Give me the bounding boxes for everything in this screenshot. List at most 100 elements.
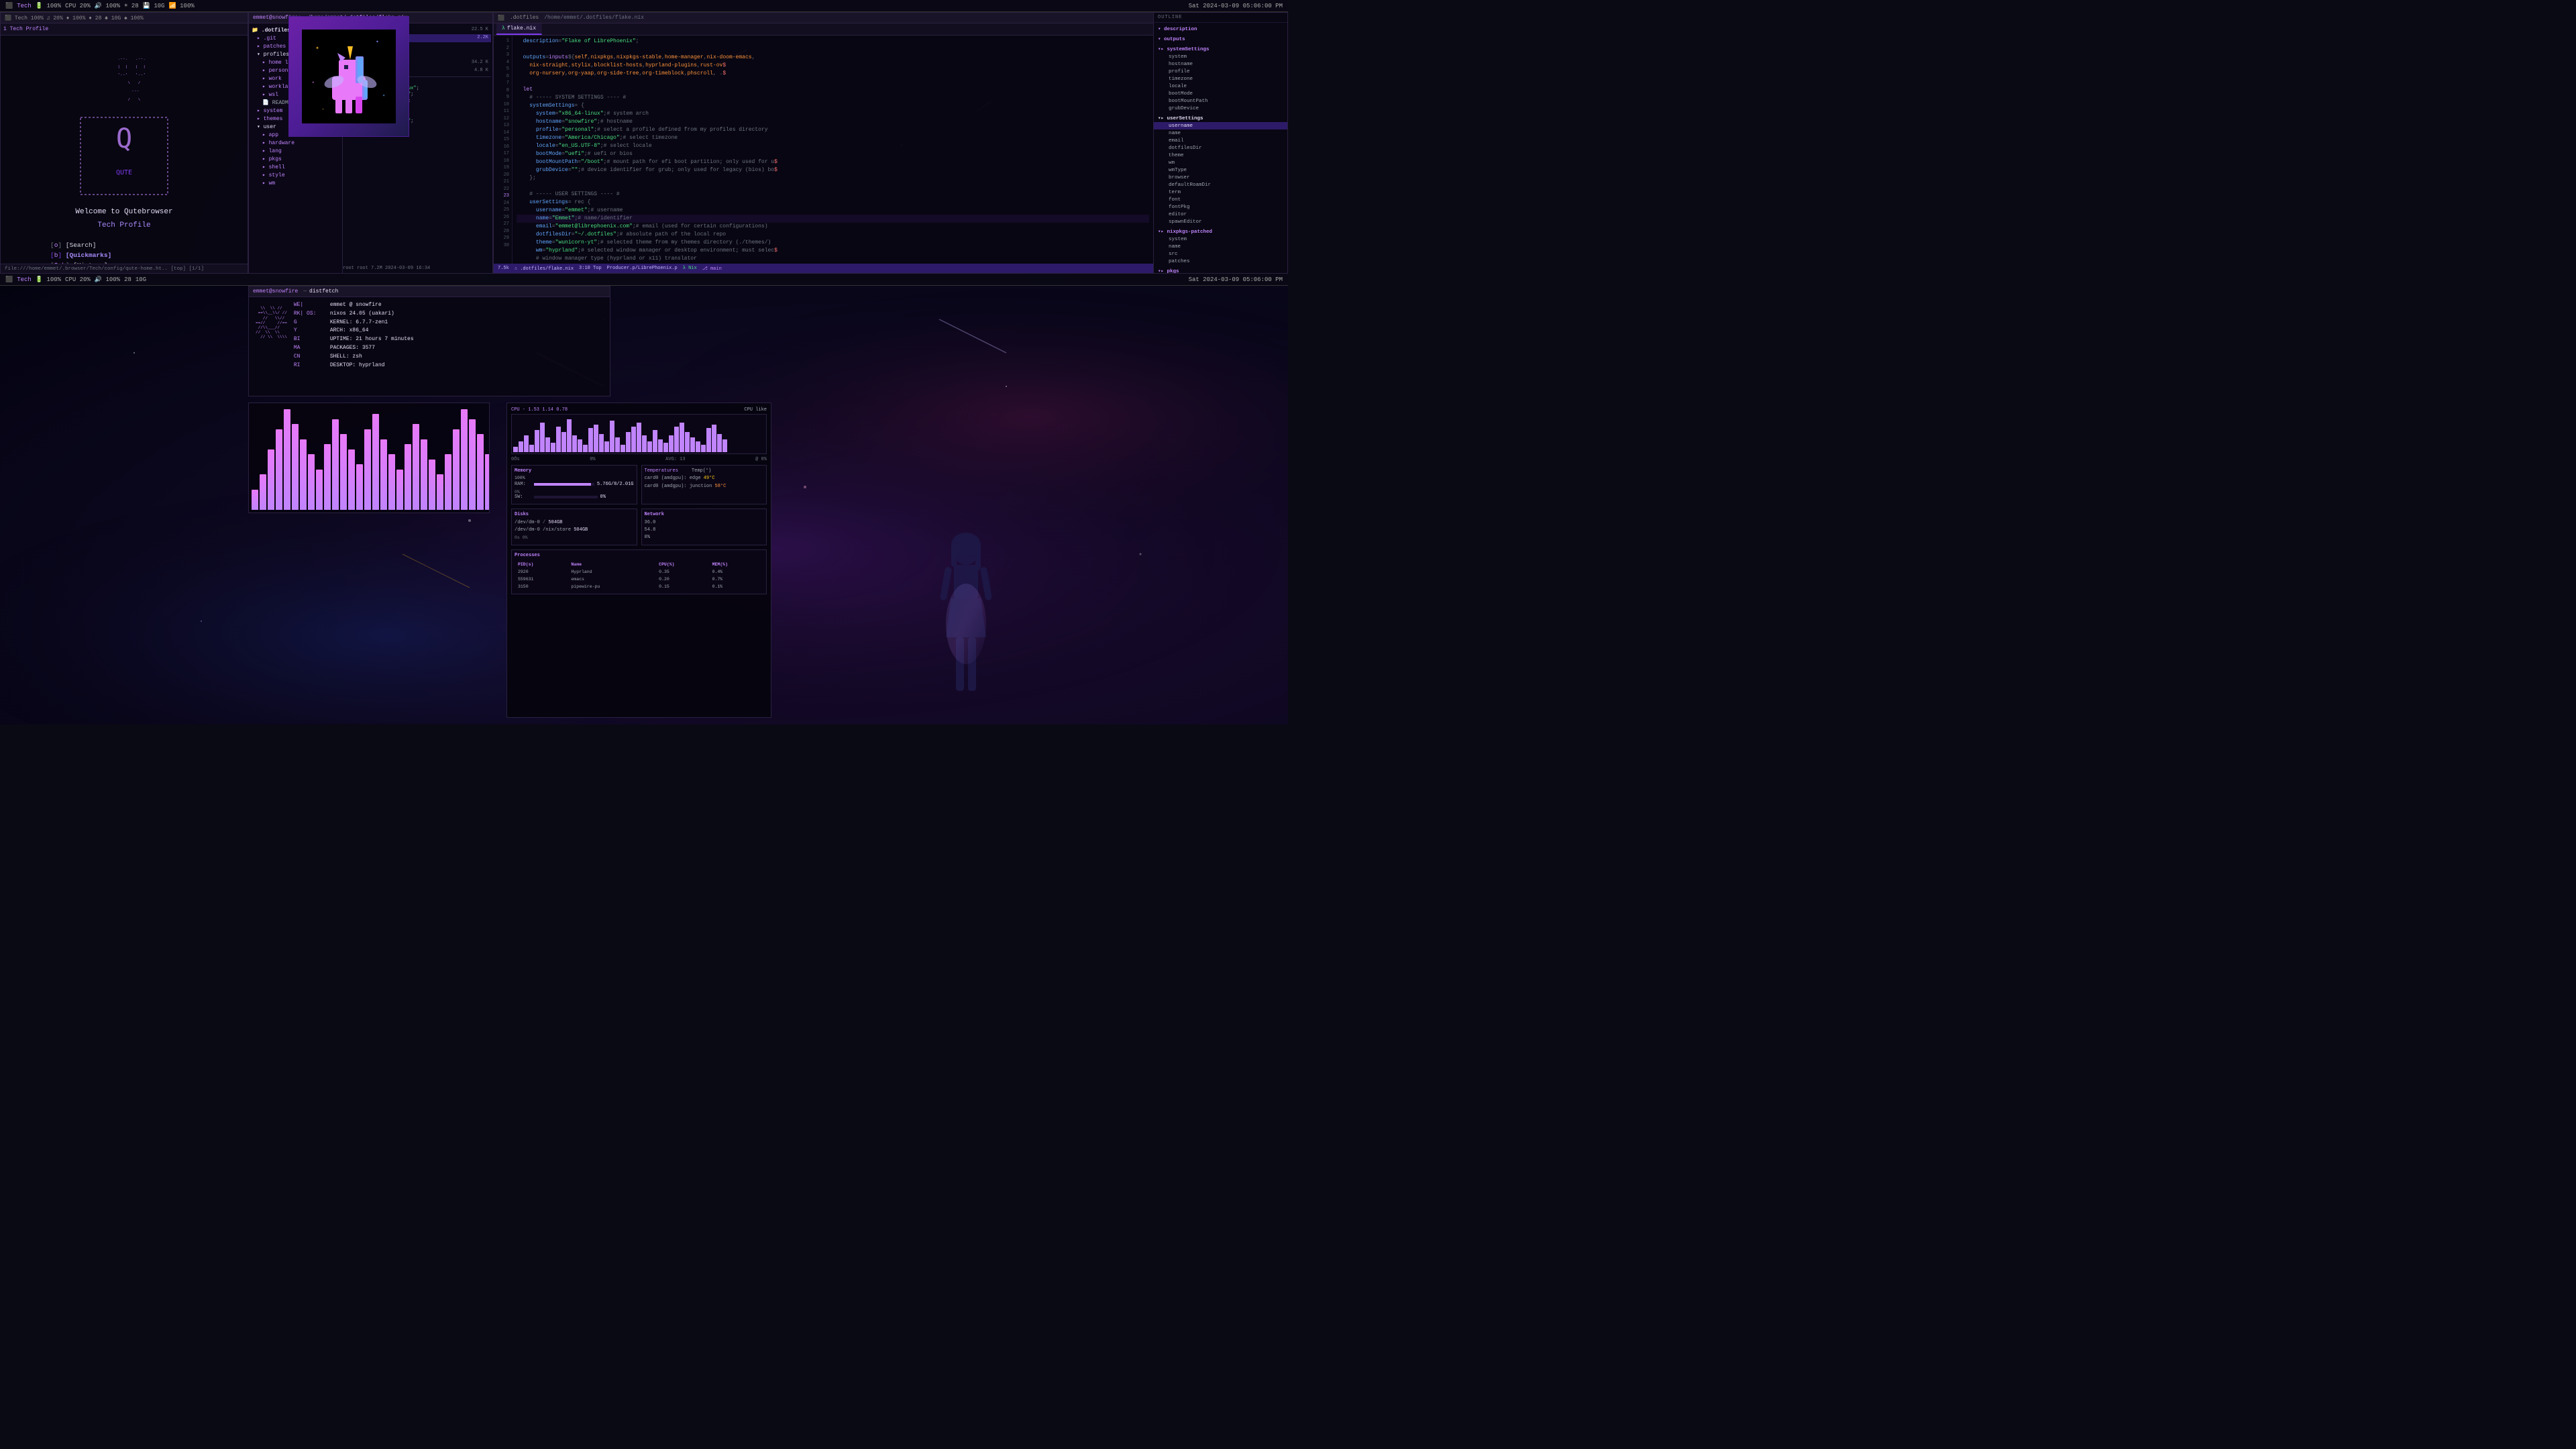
code-line-8: # ----- SYSTEM SETTINGS ---- # [517, 94, 1149, 102]
memory-panel: Memory 100% RAM: 5.76G/8/2.01G 0% SW: 0% [511, 465, 637, 504]
cpu-bar [604, 441, 609, 453]
es-spawmeditor[interactable]: spawnEditor [1154, 218, 1287, 225]
neo-row-kernel: G KERNEL: 6.7.7-zen1 [294, 319, 603, 327]
bottom-sb-monitor: ⬛ [5, 276, 13, 283]
es-bootmountpath[interactable]: bootMountPath [1154, 97, 1287, 105]
tab-flake-nix[interactable]: λ flake.nix [496, 23, 542, 35]
es-pkgs[interactable]: ▾▸ pkgs [1154, 266, 1287, 273]
ft-dir-shell[interactable]: ▸ shell [249, 163, 342, 171]
es-wm[interactable]: wm [1154, 159, 1287, 166]
svg-text:QUTE: QUTE [116, 169, 132, 176]
cpu-bar [642, 435, 647, 452]
qb-welcome-text: Welcome to Qutebrowser [75, 208, 172, 216]
qb-tabbar[interactable]: 1 Tech Profile [1, 23, 248, 36]
es-theme[interactable]: theme [1154, 152, 1287, 159]
es-np-patches[interactable]: patches [1154, 258, 1287, 265]
code-line-11: hostname = "snowfire"; # hostname [517, 118, 1149, 126]
qutebrowser-window: ⬛ Tech 100% ♫ 20% ♦ 100% ♦ 28 ♣ 10G ♠ 10… [0, 12, 248, 274]
es-font[interactable]: font [1154, 196, 1287, 203]
top-statusbar: ⬛ Tech 🔋 100% CPU 20% 🔊 100% ☀ 28 💾 10G … [0, 0, 1288, 12]
cpu-bar [722, 439, 727, 452]
es-timezone[interactable]: timezone [1154, 75, 1287, 83]
char-svg [926, 523, 1006, 724]
editor-tabs[interactable]: λ flake.nix [494, 23, 1153, 36]
qb-title: ⬛ Tech 100% ♫ 20% ♦ 100% ♦ 28 ♣ 10G ♠ 10… [5, 15, 144, 21]
es-fontpkg[interactable]: fontPkg [1154, 203, 1287, 211]
net-down: 54.8 [645, 527, 764, 534]
es-dotfilesdir[interactable]: dotfilesDir [1154, 144, 1287, 152]
cpu-bar [551, 443, 555, 452]
swap-label-text: SW: [515, 494, 531, 500]
disks-panel: Disks /dev/dm-0 / 504GB /dev/dm-0 /nix/s… [511, 508, 637, 545]
sb-position: 3:10 Top [579, 266, 602, 271]
es-nixpkgs-patched[interactable]: ▾▸ nixpkgs-patched [1154, 227, 1287, 235]
qb-titlebar: ⬛ Tech 100% ♫ 20% ♦ 100% ♦ 28 ♣ 10G ♠ 10… [1, 13, 248, 23]
proc-name-2: emacs [569, 576, 655, 582]
es-username[interactable]: username [1154, 122, 1287, 129]
neo-row-we: WE| emmet @ snowfire [294, 301, 603, 310]
es-bootmode[interactable]: bootMode [1154, 90, 1287, 97]
es-browser[interactable]: browser [1154, 174, 1287, 181]
es-user-settings-section[interactable]: ▾▸ userSettings [1154, 113, 1287, 122]
mem-title: Memory [515, 468, 634, 474]
cpu-bar [578, 439, 582, 452]
bottom-sb-right: Sat 2024-03-09 05:06:00 PM [1189, 276, 1283, 283]
bottom-statusbar: ⬛ Tech 🔋 100% CPU 20% 🔊 100% 28 10G Sat … [0, 274, 1288, 286]
cpu-avg: AVG: 13 [665, 457, 685, 462]
editor-sidebar[interactable]: OUTLINE ▾ description ▾ outputs ▾▸ syste… [1153, 13, 1287, 273]
bottom-sb-battery: 🔋 100% [36, 276, 61, 283]
temp-junction: card0 (amdgpu): junction 58°C [645, 483, 764, 491]
proc-row-pipewire: 3150 pipewire-pu 0.15 0.1% [516, 584, 762, 590]
cpu-bar [674, 427, 679, 453]
sb-audio: 🔊 100% [95, 3, 120, 9]
net-up: 36.0 [645, 519, 764, 527]
es-grubdevice[interactable]: grubDevice [1154, 105, 1287, 112]
character-silhouette [926, 523, 1006, 724]
viz-bar [268, 449, 274, 510]
es-defaultroamdir[interactable]: defaultRoamDir [1154, 181, 1287, 189]
es-system-settings-section[interactable]: ▾▸ systemSettings [1154, 44, 1287, 53]
swap-bar [534, 496, 598, 498]
es-wmtype[interactable]: wmType [1154, 166, 1287, 174]
es-editor[interactable]: editor [1154, 211, 1287, 218]
neo-row-shell: CN SHELL: zsh [294, 353, 603, 362]
neo-titlebar: emmet@snowfire — distfetch [249, 286, 610, 297]
code-line-20: # ----- USER SETTINGS ---- # [517, 191, 1149, 199]
code-line-27: wm = "hyprland"; # selected window manag… [517, 247, 1149, 255]
pixel-art-preview: ✦ ✦ ★ ✦ ✦ [288, 16, 409, 137]
code-line-3: outputs = inputs${ self, nixpkgs, nixpkg… [517, 54, 1149, 62]
cpu-bar [583, 445, 588, 452]
neo-cmd-text: distfetch [309, 288, 338, 294]
qb-tab-active[interactable]: 1 Tech Profile [3, 26, 48, 32]
editor-titlebar: ⬛ .dotfiles /home/emmet/.dotfiles/flake.… [494, 13, 1153, 23]
temp-items: card0 (amdgpu): edge 49°C card0 (amdgpu)… [645, 475, 764, 491]
es-np-name[interactable]: name [1154, 243, 1287, 250]
ft-dir-hardware[interactable]: ▸ hardware [249, 139, 342, 147]
es-np-system[interactable]: system [1154, 235, 1287, 243]
editor-main: ⬛ .dotfiles /home/emmet/.dotfiles/flake.… [494, 13, 1153, 273]
proc-col-mem: MEM(%) [710, 561, 762, 568]
code-content[interactable]: description = "Flake of LibrePhoenix"; o… [513, 36, 1153, 264]
es-outputs[interactable]: ▾ outputs [1154, 34, 1287, 43]
es-np-src[interactable]: src [1154, 250, 1287, 258]
svg-text:✦: ✦ [315, 45, 319, 52]
sb-workspace: Tech [17, 3, 32, 9]
ft-dir-lang[interactable]: ▸ lang [249, 147, 342, 155]
code-line-12: profile = "personal"; # select a profile… [517, 126, 1149, 134]
ft-dir-style[interactable]: ▸ style [249, 171, 342, 179]
code-line-9: systemSettings = { [517, 102, 1149, 110]
es-email[interactable]: email [1154, 137, 1287, 144]
ft-dir-pkgs[interactable]: ▸ pkgs [249, 155, 342, 163]
es-hostname[interactable]: hostname [1154, 60, 1287, 68]
es-locale[interactable]: locale [1154, 83, 1287, 90]
qb-menu-search: [o] [Search] [50, 240, 198, 250]
es-description[interactable]: ▾ description [1154, 24, 1287, 33]
cpu-bar [561, 432, 566, 452]
ft-dir-wm[interactable]: ▸ wm [249, 179, 342, 187]
es-term[interactable]: term [1154, 189, 1287, 196]
disk-2: /dev/dm-0 /nix/store 504GB [515, 527, 634, 534]
line-numbers: 1 2 3 4 5 6 7 8 9 10 11 12 13 14 15 16 1… [494, 36, 513, 264]
es-name[interactable]: name [1154, 129, 1287, 137]
es-profile[interactable]: profile [1154, 68, 1287, 75]
es-system[interactable]: system [1154, 53, 1287, 60]
